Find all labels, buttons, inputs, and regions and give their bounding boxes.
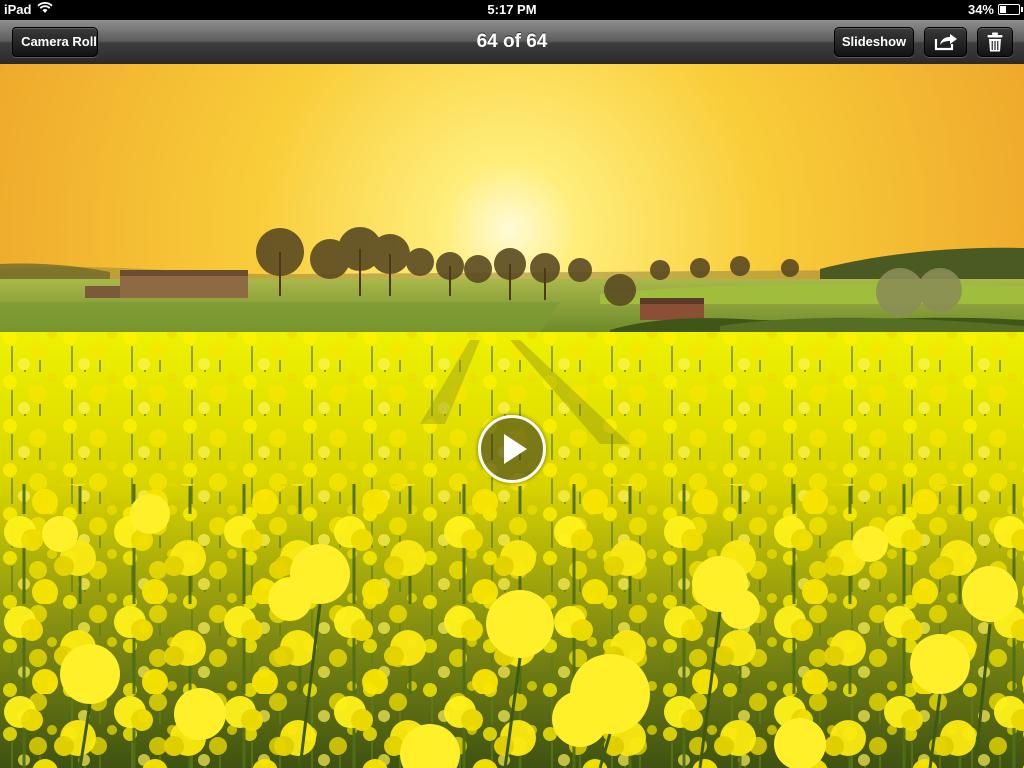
trash-icon bbox=[987, 32, 1003, 52]
status-time: 5:17 PM bbox=[487, 2, 537, 17]
slideshow-button[interactable]: Slideshow bbox=[834, 27, 914, 57]
slideshow-button-label: Slideshow bbox=[841, 34, 907, 49]
delete-button[interactable] bbox=[977, 27, 1013, 57]
photo-view[interactable] bbox=[0, 64, 1024, 768]
battery-percent: 34% bbox=[967, 2, 994, 17]
battery-fill bbox=[1000, 6, 1006, 13]
status-bar: iPad 5:17 PM 34% bbox=[0, 0, 1024, 20]
navigation-bar: Camera Roll 64 of 64 Slideshow bbox=[0, 20, 1024, 65]
play-icon bbox=[504, 434, 527, 464]
share-button[interactable] bbox=[924, 27, 967, 57]
play-video-button[interactable] bbox=[478, 415, 546, 483]
share-icon bbox=[934, 34, 957, 51]
battery-icon bbox=[998, 4, 1023, 15]
